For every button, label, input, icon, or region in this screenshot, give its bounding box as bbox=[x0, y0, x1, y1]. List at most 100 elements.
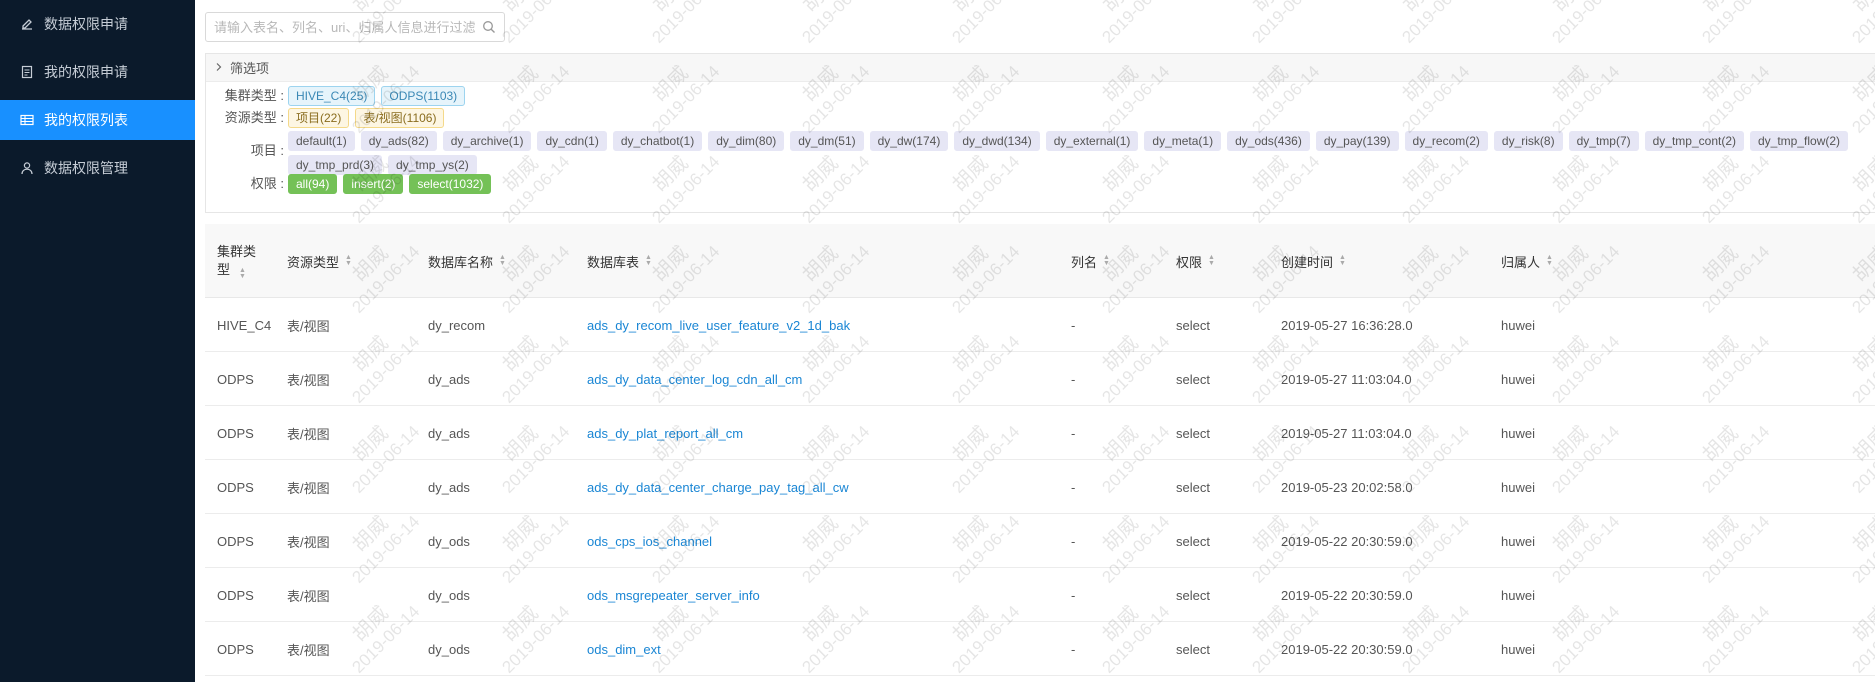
table-icon bbox=[20, 113, 34, 127]
table-link[interactable]: ads_dy_plat_report_all_cm bbox=[587, 406, 743, 460]
watermark: 胡威2019-06-14 bbox=[1082, 0, 1175, 48]
table-cell: - bbox=[1071, 479, 1076, 495]
table-header: 集群类型 ▲ ▼ 资源类型 ▲ ▼ 数据库名称 ▲ ▼ 数据库表 ▲ ▼ 列名 ▲ ▼ 权限 ▲ ▼ 创建时间 ▲ ▼ 归… bbox=[205, 224, 1875, 298]
column-header-label: 资源类型 bbox=[287, 254, 340, 270]
search-input[interactable] bbox=[214, 19, 482, 35]
sort-icon[interactable]: ▲ ▼ bbox=[1208, 254, 1215, 267]
filter-tags-permission: all(94) insert(2) select(1032) bbox=[288, 174, 1875, 198]
watermark-date: 2019-06-14 bbox=[1398, 0, 1474, 47]
sort-icon[interactable]: ▲ ▼ bbox=[1339, 254, 1346, 267]
filter-tag[interactable]: HIVE_C4(25) bbox=[288, 86, 376, 106]
table-link[interactable]: ads_dy_data_center_charge_pay_tag_all_cw bbox=[587, 460, 849, 514]
sidebar-item-data-permission-manage[interactable]: 数据权限管理 bbox=[0, 148, 195, 188]
table-cell: huwei bbox=[1501, 317, 1535, 333]
table-link[interactable]: ods_cps_ios_channel bbox=[587, 514, 712, 568]
filter-row-resource: 资源类型 : 项目(22) 表/视图(1106) bbox=[206, 108, 1875, 132]
filter-panel-header[interactable]: 筛选项 bbox=[206, 54, 1875, 82]
column-header[interactable]: 数据库名称 ▲ ▼ bbox=[428, 224, 506, 298]
filter-panel: 筛选项 集群类型 : HIVE_C4(25) ODPS(1103) 资源类型 : … bbox=[205, 53, 1875, 213]
filter-tag[interactable]: dy_ods(436) bbox=[1227, 131, 1310, 151]
watermark-date: 2019-06-14 bbox=[648, 0, 724, 47]
sidebar: 数据权限申请 我的权限申请 我的权限列表 数据权限管理 bbox=[0, 0, 195, 682]
table-cell: 表/视图 bbox=[287, 372, 330, 388]
filter-tag[interactable]: dy_archive(1) bbox=[442, 131, 532, 151]
column-header[interactable]: 创建时间 ▲ ▼ bbox=[1281, 224, 1346, 298]
sort-icon[interactable]: ▲ ▼ bbox=[345, 254, 352, 267]
filter-tag[interactable]: dy_tmp_ys(2) bbox=[388, 155, 477, 175]
table-cell: 2019-05-23 20:02:58.0 bbox=[1281, 479, 1413, 495]
filter-tag[interactable]: dy_meta(1) bbox=[1144, 131, 1222, 151]
filter-tag[interactable]: select(1032) bbox=[409, 174, 492, 194]
table-link[interactable]: ads_dy_data_center_log_cdn_all_cm bbox=[587, 352, 802, 406]
search-icon[interactable] bbox=[482, 20, 496, 34]
watermark: 胡威2019-06-14 bbox=[1832, 0, 1875, 48]
watermark: 胡威2019-06-14 bbox=[1382, 0, 1475, 48]
filter-tag[interactable]: dy_risk(8) bbox=[1493, 131, 1563, 151]
table-row: ODPS 表/视图 dy_ods ods_dim_ext - select 2019-05-… bbox=[205, 622, 1875, 676]
filter-tags-resource: 项目(22) 表/视图(1106) bbox=[288, 108, 1875, 132]
filter-tag[interactable]: 项目(22) bbox=[288, 108, 350, 128]
watermark-date: 2019-06-14 bbox=[1098, 0, 1174, 47]
column-header-label: 集群类型 bbox=[217, 244, 257, 277]
filter-tag[interactable]: insert(2) bbox=[343, 174, 404, 194]
filter-tag[interactable]: dy_cdn(1) bbox=[537, 131, 607, 151]
filter-tag[interactable]: dy_dw(174) bbox=[869, 131, 949, 151]
main-content: 筛选项 集群类型 : HIVE_C4(25)ODPS(1103) 资源类型 : … bbox=[195, 0, 1875, 682]
table-row: ODPS 表/视图 dy_ods ods_msgrepeater_server_inf… bbox=[205, 568, 1875, 622]
column-header[interactable]: 归属人 ▲ ▼ bbox=[1501, 224, 1553, 298]
filter-tags-project: default(1) dy_ads(82) dy_archive(1) dy_cdn(… bbox=[288, 131, 1875, 179]
table-row: ODPS 表/视图 dy_ads ads_dy_data_center_charge_… bbox=[205, 460, 1875, 514]
table-row: ODPS 表/视图 dy_ads ads_dy_plat_report_all_cm -… bbox=[205, 406, 1875, 460]
filter-tag[interactable]: dy_pay(139) bbox=[1315, 131, 1399, 151]
filter-tag[interactable]: default(1) bbox=[288, 131, 355, 151]
table-cell: 2019-05-22 20:30:59.0 bbox=[1281, 641, 1413, 657]
watermark: 胡威2019-06-14 bbox=[1232, 0, 1325, 48]
filter-tag[interactable]: 表/视图(1106) bbox=[355, 108, 445, 128]
filter-tag[interactable]: dy_dm(51) bbox=[790, 131, 864, 151]
table-cell: ODPS bbox=[217, 587, 254, 603]
edit-icon bbox=[20, 17, 34, 31]
sidebar-item-my-permission-apply[interactable]: 我的权限申请 bbox=[0, 52, 195, 92]
watermark: 胡威2019-06-14 bbox=[1532, 0, 1625, 48]
filter-tag[interactable]: dy_tmp_cont(2) bbox=[1644, 131, 1744, 151]
table-cell: 表/视图 bbox=[287, 318, 330, 334]
table-link[interactable]: ods_dim_ext bbox=[587, 622, 661, 676]
filter-tag[interactable]: dy_chatbot(1) bbox=[612, 131, 703, 151]
filter-label: 权限 : bbox=[250, 176, 284, 191]
filter-tag[interactable]: dy_ads(82) bbox=[360, 131, 437, 151]
table-link[interactable]: ads_dy_recom_live_user_feature_v2_1d_bak bbox=[587, 298, 850, 352]
filter-tag[interactable]: dy_tmp(7) bbox=[1568, 131, 1639, 151]
watermark-name: 胡威 bbox=[1232, 0, 1309, 33]
sort-icon[interactable]: ▲ ▼ bbox=[499, 254, 506, 267]
sort-icon[interactable]: ▲ ▼ bbox=[645, 254, 652, 267]
filter-row-permission: 权限 : all(94) insert(2) select(1032) bbox=[206, 174, 1875, 198]
column-header[interactable]: 数据库表 ▲ ▼ bbox=[587, 224, 652, 298]
column-header-label: 数据库名称 bbox=[428, 254, 494, 270]
table-cell: 表/视图 bbox=[287, 534, 330, 550]
sidebar-item-data-permission-apply[interactable]: 数据权限申请 bbox=[0, 4, 195, 44]
watermark: 胡威2019-06-14 bbox=[932, 0, 1025, 48]
sort-icon[interactable]: ▲ ▼ bbox=[1103, 254, 1110, 267]
sort-icon[interactable]: ▲ ▼ bbox=[1546, 254, 1553, 267]
table-row: ODPS 表/视图 dy_ads ads_dy_data_center_log_cdn… bbox=[205, 352, 1875, 406]
column-header[interactable]: 权限 ▲ ▼ bbox=[1176, 224, 1215, 298]
sidebar-item-my-permission-list[interactable]: 我的权限列表 bbox=[0, 100, 195, 140]
filter-tag[interactable]: dy_tmp_prd(3) bbox=[288, 155, 383, 175]
filter-tag[interactable]: dy_dwd(134) bbox=[954, 131, 1040, 151]
column-header[interactable]: 列名 ▲ ▼ bbox=[1071, 224, 1110, 298]
watermark-name: 胡威 bbox=[932, 0, 1009, 33]
filter-tag[interactable]: dy_dim(80) bbox=[708, 131, 785, 151]
column-header[interactable]: 集群类型 ▲ ▼ bbox=[217, 224, 256, 298]
filter-tag[interactable]: ODPS(1103) bbox=[381, 86, 466, 106]
watermark-date: 2019-06-14 bbox=[1248, 0, 1324, 47]
sort-icon[interactable]: ▲ ▼ bbox=[239, 267, 246, 280]
watermark-name: 胡威 bbox=[632, 0, 709, 33]
table-cell: 表/视图 bbox=[287, 480, 330, 496]
filter-tag[interactable]: dy_tmp_flow(2) bbox=[1750, 131, 1849, 151]
column-header[interactable]: 资源类型 ▲ ▼ bbox=[287, 224, 352, 298]
table-link[interactable]: ods_msgrepeater_server_info bbox=[587, 568, 760, 622]
filter-tag[interactable]: dy_recom(2) bbox=[1404, 131, 1488, 151]
watermark-date: 2019-06-14 bbox=[798, 0, 874, 47]
filter-tag[interactable]: dy_external(1) bbox=[1045, 131, 1139, 151]
filter-tag[interactable]: all(94) bbox=[288, 174, 338, 194]
